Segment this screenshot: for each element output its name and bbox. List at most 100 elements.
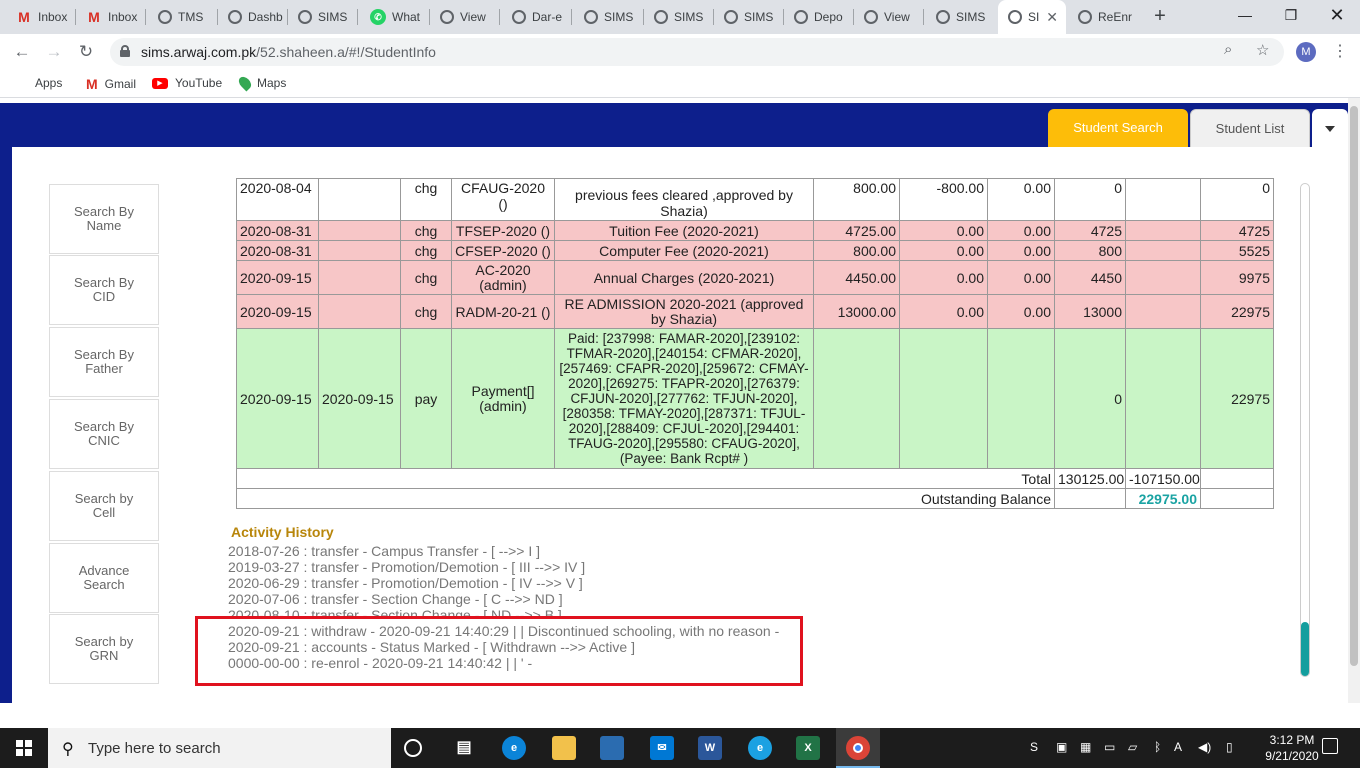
activity-item: 2020-07-06 : transfer - Section Change -… <box>228 591 563 607</box>
browser-tab[interactable]: M Inbox <box>76 0 146 34</box>
tray-app-icon[interactable]: ▭ <box>1104 740 1115 754</box>
forward-icon[interactable]: → <box>42 40 66 64</box>
inner-scrollbar[interactable] <box>1300 183 1310 677</box>
activity-item: 2018-07-26 : transfer - Campus Transfer … <box>228 543 541 559</box>
outstanding-balance-value: 22975.00 <box>1125 488 1201 509</box>
browser-tab[interactable]: Dashb <box>218 0 288 34</box>
browser-tab[interactable]: Dar-e <box>502 0 572 34</box>
browser-tab[interactable]: SIMS <box>714 0 784 34</box>
bookmark-youtube[interactable]: ▶ YouTube <box>152 76 222 90</box>
search-by-name-button[interactable]: Search By Name <box>49 184 159 254</box>
browser-tab-active[interactable]: SI ✕ <box>998 0 1066 34</box>
browser-menu-icon[interactable]: ⋮ <box>1332 41 1348 61</box>
activity-history-title: Activity History <box>231 524 334 540</box>
tray-app-icon[interactable]: ▱ <box>1128 740 1137 754</box>
close-tab-icon[interactable]: ✕ <box>1046 9 1058 26</box>
browser-tab[interactable]: SIMS <box>574 0 644 34</box>
search-by-father-button[interactable]: Search By Father <box>49 327 159 397</box>
bluetooth-icon[interactable]: ᛒ <box>1154 740 1161 754</box>
globe-icon <box>1078 10 1092 24</box>
language-icon[interactable]: A <box>1174 740 1182 754</box>
apps-icon <box>14 76 28 90</box>
search-icon: ⚲ <box>62 741 74 758</box>
browser-tab[interactable]: ReEnr <box>1068 0 1142 34</box>
browser-tab[interactable]: SIMS <box>644 0 714 34</box>
globe-icon <box>440 10 454 24</box>
ie-icon[interactable]: e <box>748 736 772 760</box>
chrome-taskbar-button[interactable] <box>836 728 880 768</box>
zoom-icon[interactable]: ⌕ <box>1224 41 1232 58</box>
excel-icon[interactable]: X <box>796 736 820 760</box>
edge-icon[interactable]: e <box>502 736 526 760</box>
tab-student-list[interactable]: Student List <box>1190 109 1310 147</box>
activity-item: 2019-03-27 : transfer - Promotion/Demoti… <box>228 559 586 575</box>
lock-icon[interactable] <box>120 45 130 57</box>
browser-tab[interactable]: View <box>854 0 924 34</box>
globe-icon <box>864 10 878 24</box>
volume-icon[interactable]: ◀) <box>1198 740 1211 754</box>
globe-icon <box>158 10 172 24</box>
file-explorer-icon[interactable] <box>552 736 576 760</box>
bookmark-apps[interactable]: Apps <box>14 76 62 90</box>
globe-icon <box>228 10 242 24</box>
bookmark-maps[interactable]: Maps <box>236 74 286 92</box>
notification-icon[interactable] <box>1322 738 1338 754</box>
page-background: Student Search Student List Search By Na… <box>0 103 1348 703</box>
search-by-grn-button[interactable]: Search by GRN <box>49 614 159 684</box>
windows-logo-icon <box>16 740 32 756</box>
skype-tray-icon[interactable]: S <box>1030 740 1038 754</box>
new-tab-button[interactable]: + <box>1148 4 1172 28</box>
word-icon[interactable]: W <box>698 736 722 760</box>
windows-taskbar: ⚲ Type here to search ▤ e ✉ W e X S ▣ ▦ … <box>0 728 1360 768</box>
highlight-annotation-box <box>195 616 803 686</box>
maps-icon <box>236 74 254 92</box>
store-icon[interactable] <box>600 736 624 760</box>
restore-icon[interactable]: ❐ <box>1268 0 1314 30</box>
fee-ledger-table: 2020-08-04 chg CFAUG-2020 () previous fe… <box>236 178 1274 509</box>
browser-toolbar: ← → ↻ sims.arwaj.com.pk/52.shaheen.a/#!/… <box>0 34 1360 70</box>
clock-date: 9/21/2020 <box>1265 749 1319 763</box>
browser-tab[interactable]: SIMS <box>288 0 358 34</box>
gmail-icon: M <box>88 9 100 25</box>
taskbar-clock[interactable]: 3:12 PM 9/21/2020 <box>1264 732 1320 764</box>
back-icon[interactable]: ← <box>10 40 34 64</box>
network-icon[interactable]: ▯ <box>1226 740 1233 754</box>
search-by-cell-button[interactable]: Search by Cell <box>49 471 159 541</box>
search-by-cnic-button[interactable]: Search By CNIC <box>49 399 159 469</box>
bookmark-gmail[interactable]: M Gmail <box>86 76 136 92</box>
gmail-icon: M <box>86 76 98 92</box>
close-window-icon[interactable]: ✕ <box>1314 0 1360 30</box>
globe-icon <box>936 10 950 24</box>
table-row: 2020-08-31 chg TFSEP-2020 () Tuition Fee… <box>236 220 1274 241</box>
bookmark-star-icon[interactable]: ☆ <box>1256 41 1269 59</box>
browser-tab[interactable]: Depo <box>784 0 854 34</box>
cortana-icon[interactable] <box>404 739 422 757</box>
gmail-icon: M <box>18 9 30 25</box>
advance-search-button[interactable]: Advance Search <box>49 543 159 613</box>
table-row: 2020-09-15 chg RADM-20-21 () RE ADMISSIO… <box>236 294 1274 329</box>
profile-avatar[interactable]: M <box>1296 42 1316 62</box>
page-scrollbar[interactable] <box>1348 98 1360 703</box>
url-path: /52.shaheen.a/#!/StudentInfo <box>256 44 436 60</box>
inner-scrollbar-thumb[interactable] <box>1301 622 1309 676</box>
taskbar-search-box[interactable]: ⚲ Type here to search <box>48 728 391 768</box>
tab-student-search[interactable]: Student Search <box>1048 109 1188 147</box>
browser-tab[interactable]: SIMS <box>926 0 996 34</box>
page-scrollbar-thumb[interactable] <box>1350 106 1358 666</box>
tray-app-icon[interactable]: ▦ <box>1080 740 1091 754</box>
browser-tab[interactable]: ✆ What <box>360 0 430 34</box>
globe-icon <box>298 10 312 24</box>
address-bar[interactable]: sims.arwaj.com.pk/52.shaheen.a/#!/Studen… <box>110 38 1284 66</box>
search-by-cid-button[interactable]: Search By CID <box>49 255 159 325</box>
browser-tab[interactable]: M Inbox <box>6 0 76 34</box>
reload-icon[interactable]: ↻ <box>74 40 98 64</box>
start-button[interactable] <box>0 728 48 768</box>
tray-app-icon[interactable]: ▣ <box>1056 740 1067 754</box>
outstanding-balance-row: Outstanding Balance 22975.00 <box>236 488 1274 509</box>
task-view-icon[interactable]: ▤ <box>452 736 476 760</box>
browser-tab[interactable]: View <box>430 0 500 34</box>
minimize-icon[interactable]: — <box>1222 0 1268 30</box>
mail-icon[interactable]: ✉ <box>650 736 674 760</box>
browser-tab[interactable]: TMS <box>148 0 218 34</box>
tab-dropdown[interactable] <box>1312 109 1348 147</box>
